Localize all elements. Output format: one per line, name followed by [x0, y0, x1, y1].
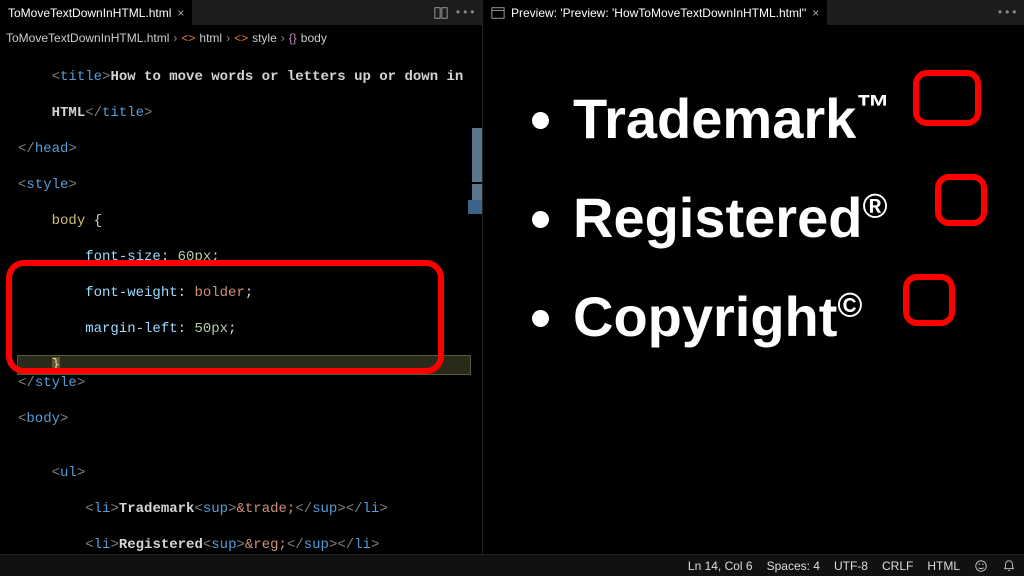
chevron-right-icon: › — [173, 31, 177, 45]
list-item: Trademark™ — [573, 86, 1024, 151]
status-encoding[interactable]: UTF-8 — [834, 559, 868, 573]
close-icon[interactable]: × — [177, 6, 184, 20]
status-bar: Ln 14, Col 6 Spaces: 4 UTF-8 CRLF HTML — [0, 554, 1024, 576]
preview-tab[interactable]: Preview: 'Preview: 'HowToMoveTextDownInH… — [483, 0, 827, 25]
more-icon[interactable]: ••• — [448, 6, 482, 20]
status-spaces[interactable]: Spaces: 4 — [767, 559, 820, 573]
list-item: Registered® — [573, 185, 1024, 250]
crumb-style: style — [252, 31, 277, 45]
trademark-sup: ™ — [856, 88, 890, 126]
copyright-sup: © — [837, 286, 862, 324]
crumb-html: html — [199, 31, 222, 45]
status-lang[interactable]: HTML — [927, 559, 960, 573]
rule-icon: {} — [289, 31, 297, 45]
close-icon[interactable]: × — [812, 6, 819, 20]
scrollbar-thumb[interactable] — [468, 200, 482, 214]
chevron-right-icon: › — [226, 31, 230, 45]
breadcrumbs[interactable]: ToMoveTextDownInHTML.html › <> html › <>… — [0, 26, 482, 50]
style-icon: <> — [234, 31, 248, 45]
editor-pane: ToMoveTextDownInHTML.html × ••• ToMoveTe… — [0, 0, 483, 554]
minimap[interactable] — [472, 50, 482, 554]
preview-tabbar: Preview: 'Preview: 'HowToMoveTextDownInH… — [483, 0, 1024, 26]
feedback-icon[interactable] — [974, 559, 988, 573]
status-lncol[interactable]: Ln 14, Col 6 — [688, 559, 753, 573]
editor-tab[interactable]: ToMoveTextDownInHTML.html × — [0, 0, 192, 25]
chevron-right-icon: › — [281, 31, 285, 45]
registered-sup: ® — [862, 187, 887, 225]
more-icon[interactable]: ••• — [990, 6, 1024, 20]
preview-tab-title: Preview: 'Preview: 'HowToMoveTextDownInH… — [511, 6, 806, 20]
tab-filename: ToMoveTextDownInHTML.html — [8, 6, 171, 20]
status-eol[interactable]: CRLF — [882, 559, 913, 573]
preview-pane: Preview: 'Preview: 'HowToMoveTextDownInH… — [483, 0, 1024, 554]
crumb-body: body — [301, 31, 327, 45]
split-editor-icon[interactable] — [434, 6, 448, 20]
notifications-icon[interactable] — [1002, 559, 1016, 573]
crumb-file: ToMoveTextDownInHTML.html — [6, 31, 169, 45]
preview-content: Trademark™ Registered® Copyright© — [483, 26, 1024, 554]
editor-tabbar: ToMoveTextDownInHTML.html × ••• — [0, 0, 482, 26]
code-editor[interactable]: <title>How to move words or letters up o… — [0, 50, 482, 554]
list-item: Copyright© — [573, 284, 1024, 349]
preview-icon — [491, 6, 505, 20]
html-icon: <> — [181, 31, 195, 45]
